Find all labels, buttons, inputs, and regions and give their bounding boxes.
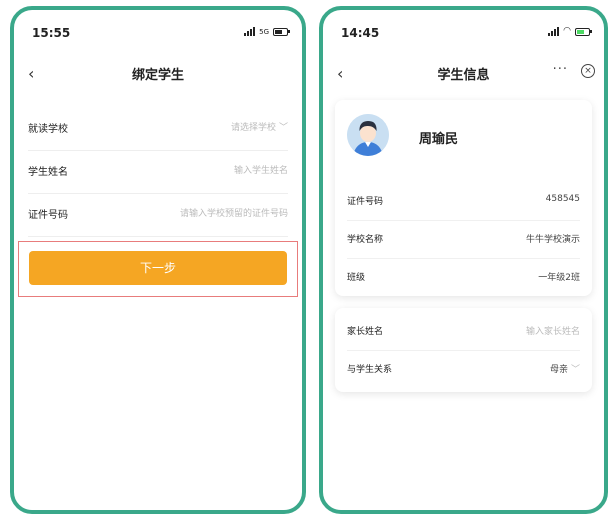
student-name-placeholder: 输入学生姓名 [233, 166, 288, 176]
parent-name-label: 家长姓名 [347, 327, 384, 337]
signal-icon [548, 27, 560, 36]
id-number-field[interactable]: 证件号码 请输入学校预留的证件号码 [28, 193, 288, 237]
relation-label: 与学生关系 [347, 365, 393, 375]
more-icon[interactable]: ··· [553, 62, 568, 77]
student-card: 周瑜民 证件号码 458545 学校名称 牛牛学校演示 班级 一年级2班 [335, 100, 592, 296]
id-number-placeholder: 请输入学校预留的证件号码 [179, 209, 288, 219]
parent-name-field[interactable]: 家长姓名 输入家长姓名 [347, 312, 580, 351]
status-time: 15:55 [32, 26, 71, 40]
relation-value: 母亲 [549, 365, 568, 375]
school-placeholder: 请选择学校 [230, 123, 276, 133]
school-label: 就读学校 [28, 124, 68, 135]
nav-bar: ‹ 学生信息 ··· × [323, 62, 604, 86]
id-value: 458545 [545, 194, 580, 204]
close-icon[interactable]: × [581, 64, 595, 78]
bind-student-screen: 15:55 5G ‹ 绑定学生 就读学校 请选择学校 ﹀ 学生姓名 输入学生姓名 … [10, 6, 306, 514]
info-row-class: 班级 一年级2班 [347, 258, 580, 296]
wifi-icon: ◠ [563, 26, 571, 36]
avatar [347, 114, 389, 156]
student-name: 周瑜民 [419, 132, 459, 147]
school-value: 牛牛学校演示 [525, 235, 580, 245]
status-time: 14:45 [341, 26, 380, 40]
id-label: 证件号码 [347, 197, 384, 207]
status-bar: 14:45 ◠ [341, 26, 592, 42]
battery-icon [575, 27, 592, 36]
parent-card: 家长姓名 输入家长姓名 与学生关系 母亲 ﹀ [335, 308, 592, 392]
info-row-school: 学校名称 牛牛学校演示 [347, 220, 580, 259]
student-name-field[interactable]: 学生姓名 输入学生姓名 [28, 150, 288, 194]
nav-bar: ‹ 绑定学生 [14, 62, 302, 86]
class-label: 班级 [347, 273, 366, 283]
id-number-label: 证件号码 [28, 210, 68, 221]
info-row-id: 证件号码 458545 [347, 182, 580, 221]
parent-name-placeholder: 输入家长姓名 [525, 327, 580, 337]
battery-icon [273, 27, 290, 36]
highlight-box: 下一步 [18, 241, 298, 297]
school-label: 学校名称 [347, 235, 384, 245]
student-info-screen: 14:45 ◠ ‹ 学生信息 ··· × 周瑜民 证件号码 458545 学校名… [319, 6, 608, 514]
chevron-down-icon: ﹀ [278, 123, 288, 133]
page-title: 绑定学生 [131, 68, 184, 83]
school-select[interactable]: 就读学校 请选择学校 ﹀ [28, 107, 288, 151]
class-value: 一年级2班 [538, 273, 580, 283]
relation-select[interactable]: 与学生关系 母亲 ﹀ [347, 350, 580, 388]
student-name-label: 学生姓名 [28, 167, 68, 178]
signal-icon [244, 27, 256, 36]
next-button[interactable]: 下一步 [29, 251, 287, 285]
avatar-icon [347, 114, 389, 156]
status-bar: 15:55 5G [32, 26, 290, 42]
network-type: 5G [259, 27, 269, 36]
chevron-down-icon: ﹀ [570, 365, 580, 375]
